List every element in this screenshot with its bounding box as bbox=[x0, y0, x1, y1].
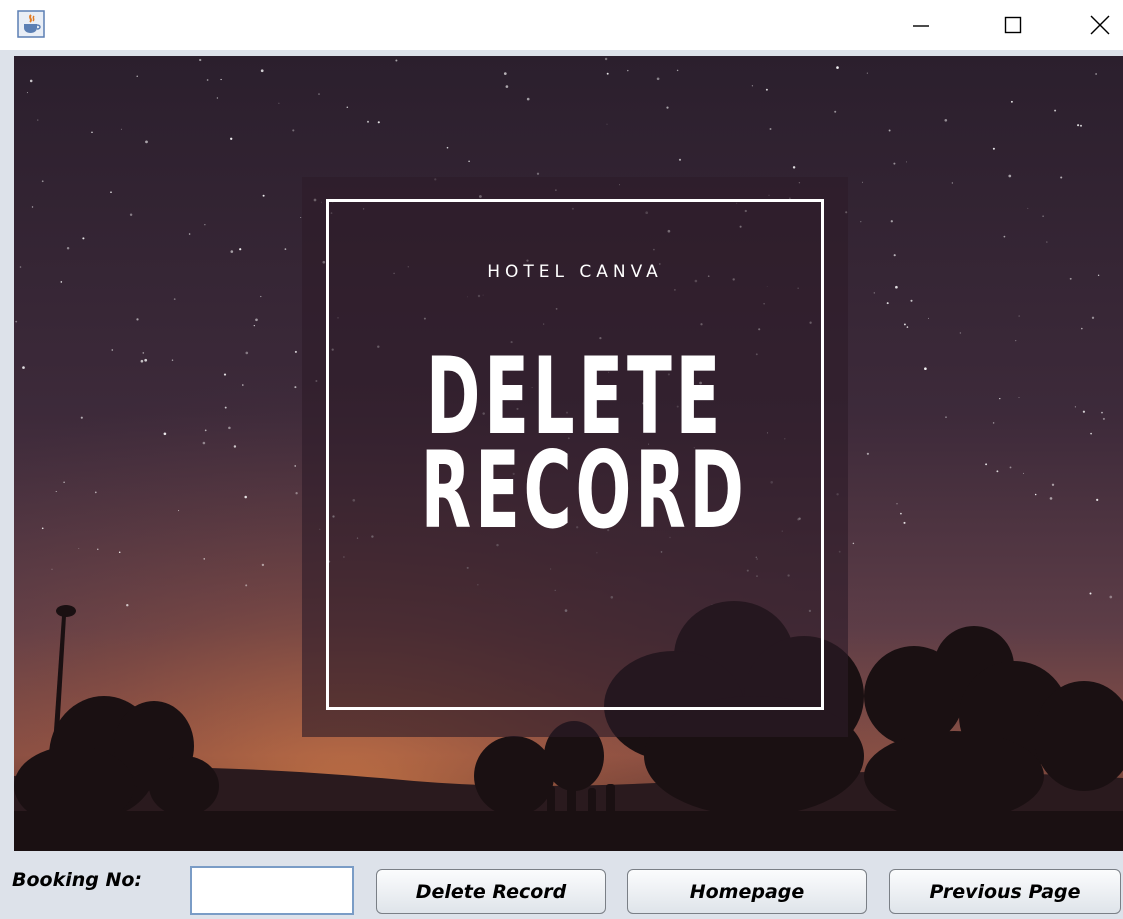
minimize-button[interactable] bbox=[898, 0, 944, 50]
minimize-icon bbox=[913, 25, 929, 27]
page-title-line2: RECORD bbox=[420, 429, 748, 552]
previous-page-button[interactable]: Previous Page bbox=[889, 869, 1121, 914]
maximize-button[interactable] bbox=[990, 0, 1036, 50]
java-coffee-cup-icon[interactable] bbox=[17, 10, 45, 38]
booking-number-label: Booking No: bbox=[12, 869, 143, 891]
close-icon bbox=[1090, 15, 1110, 35]
homepage-button[interactable]: Homepage bbox=[627, 869, 867, 914]
close-button[interactable] bbox=[1077, 0, 1123, 50]
page-title: DELETE RECORD bbox=[420, 344, 748, 552]
maximize-icon bbox=[1004, 16, 1022, 34]
hotel-name-text: HOTEL CANVA bbox=[487, 262, 663, 282]
booking-number-input[interactable] bbox=[190, 866, 354, 915]
delete-record-button[interactable]: Delete Record bbox=[376, 869, 606, 914]
title-bar bbox=[0, 0, 1123, 50]
